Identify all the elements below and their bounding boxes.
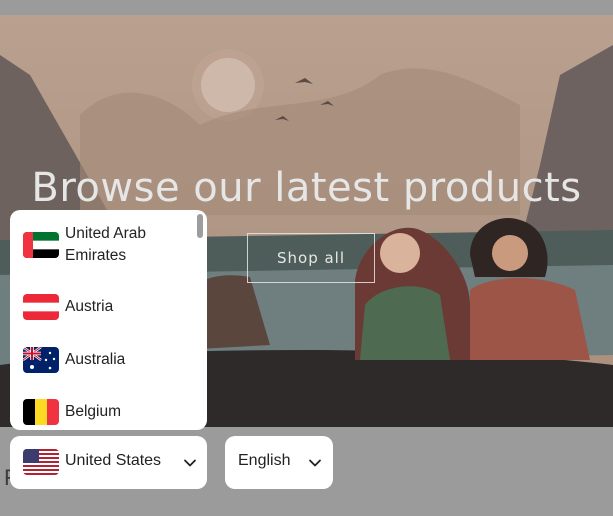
country-option-label: United Arab Emirates — [65, 225, 146, 264]
chevron-down-icon — [309, 459, 321, 467]
uae-flag-icon — [23, 232, 59, 258]
language-selector[interactable]: English — [225, 436, 333, 489]
country-selector-value: United States — [65, 452, 162, 469]
australia-flag-icon — [23, 347, 59, 373]
chevron-down-icon — [184, 459, 196, 467]
hero-title: Browse our latest products — [31, 165, 582, 211]
us-flag-icon — [23, 449, 59, 475]
country-dropdown-list[interactable]: United Arab Emirates Austria Australia B… — [10, 210, 207, 430]
language-selector-value: English — [238, 452, 291, 469]
country-option-label: Austria — [65, 298, 114, 315]
country-option-label: Australia — [65, 351, 126, 368]
austria-flag-icon — [23, 294, 59, 320]
country-option-belgium[interactable]: Belgium — [23, 399, 121, 425]
country-option-label: Belgium — [65, 403, 121, 420]
shop-all-button[interactable]: Shop all — [247, 233, 375, 283]
dropdown-scrollbar[interactable] — [197, 214, 203, 238]
country-selector[interactable]: United States — [10, 436, 207, 489]
country-option-australia[interactable]: Australia — [23, 347, 125, 373]
top-bar — [0, 0, 613, 15]
country-option-austria[interactable]: Austria — [23, 294, 113, 320]
country-option-uae[interactable]: United Arab Emirates — [23, 223, 146, 267]
belgium-flag-icon — [23, 399, 59, 425]
